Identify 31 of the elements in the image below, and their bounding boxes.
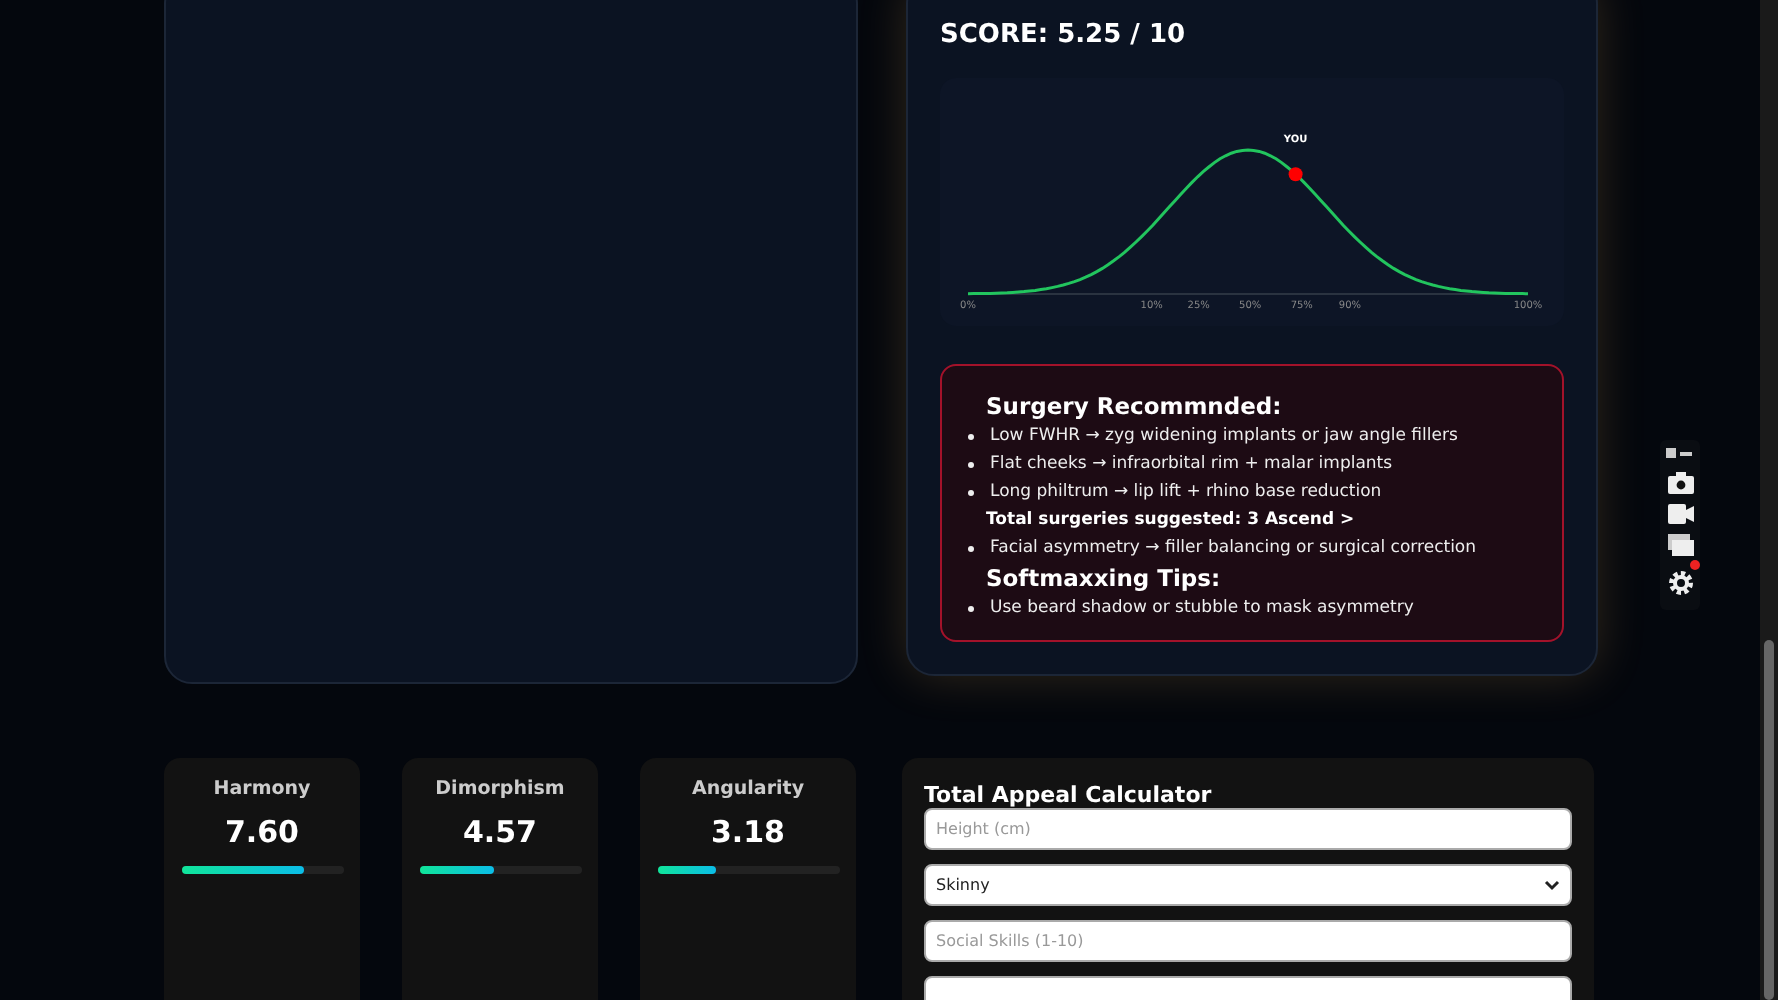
input-field[interactable]: Height (cm) [924, 808, 1572, 850]
video-icon[interactable] [1667, 504, 1693, 524]
section-heading: Softmaxxing Tips: [986, 562, 1223, 594]
pin-icon[interactable] [1666, 446, 1694, 462]
chevron-icon [1544, 879, 1560, 891]
metric-name: Dimorphism [435, 778, 565, 800]
list-item: Flat cheeks → infraorbital rim + malar implants [990, 452, 1393, 478]
metric-value: 4.57 [462, 814, 537, 850]
metric-name: Angularity [691, 778, 805, 800]
dropdown[interactable]: Skinny [924, 864, 1572, 906]
scrollbar[interactable] [1760, 0, 1778, 1000]
input-field[interactable]: Social Skills (1-10) [924, 920, 1572, 962]
bullet-icon [968, 489, 974, 495]
list-item: Facial asymmetry → filler balancing or surgical correction [990, 536, 1477, 562]
list-item: Use beard shadow or stubble to mask asymmetry [990, 596, 1414, 622]
windows-icon[interactable] [1667, 534, 1693, 556]
metric-value: 7.60 [224, 814, 299, 850]
list-item: Low FWHR → zyg widening implants or jaw angle fillers [990, 424, 1458, 450]
bullet-icon [968, 461, 974, 467]
bullet-icon [968, 433, 974, 439]
summary-text: Total surgeries suggested: 3 Ascend > [986, 508, 1357, 534]
score-title: SCORE: 5.25 / 10 [940, 20, 1188, 50]
metric-name: Harmony [213, 778, 311, 800]
settings-icon[interactable] [1667, 570, 1693, 596]
bullet-icon [968, 605, 974, 611]
metric-value: 3.18 [710, 814, 785, 850]
section-heading: Surgery Recommnded: [986, 390, 1284, 422]
bullet-icon [968, 545, 974, 551]
list-item: Long philtrum → lip lift + rhino base reduction [990, 480, 1382, 506]
calculator-title: Total Appeal Calculator [924, 782, 1214, 808]
camera-icon[interactable] [1667, 472, 1693, 494]
